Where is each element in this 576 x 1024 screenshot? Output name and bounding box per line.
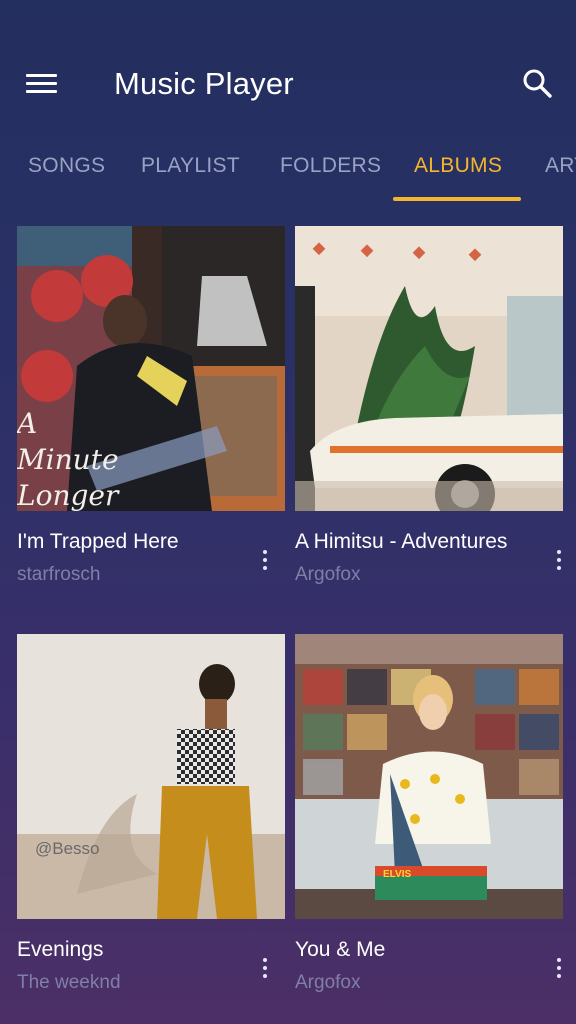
- hamburger-menu-icon[interactable]: [26, 72, 58, 96]
- album-card[interactable]: A Minute Longer I'm Trapped Here starfro…: [17, 226, 285, 596]
- tab-folders[interactable]: FOLDERS: [280, 154, 381, 178]
- cover-text: @Besso: [35, 839, 100, 858]
- app-header: Music Player: [0, 0, 576, 140]
- album-card[interactable]: A Himitsu - Adventures Argofox: [295, 226, 563, 596]
- album-card[interactable]: ELVIS You & Me Argofox: [295, 634, 563, 1004]
- album-artist: Argofox: [295, 564, 361, 585]
- cover-text: A Minute Longer: [17, 407, 119, 511]
- album-cover[interactable]: A Minute Longer: [17, 226, 285, 511]
- more-options-icon[interactable]: [253, 542, 277, 578]
- tab-playlist[interactable]: PLAYLIST: [141, 154, 240, 178]
- album-title: I'm Trapped Here: [17, 530, 179, 553]
- album-title: A Himitsu - Adventures: [295, 530, 508, 553]
- page-title: Music Player: [114, 66, 294, 101]
- album-card[interactable]: @Besso Evenings The weeknd: [17, 634, 285, 1004]
- tab-bar: SONGS PLAYLIST FOLDERS ALBUMS ARTISTS: [0, 140, 576, 202]
- tab-artists[interactable]: ARTISTS: [545, 154, 576, 178]
- album-title: Evenings: [17, 938, 104, 961]
- cover-text: ELVIS: [383, 869, 412, 880]
- album-cover[interactable]: @Besso: [17, 634, 285, 919]
- tab-albums[interactable]: ALBUMS: [414, 154, 502, 178]
- more-options-icon[interactable]: [547, 542, 571, 578]
- album-title: You & Me: [295, 938, 386, 961]
- album-artist: The weeknd: [17, 972, 121, 993]
- album-artist: Argofox: [295, 972, 361, 993]
- more-options-icon[interactable]: [547, 950, 571, 986]
- more-options-icon[interactable]: [253, 950, 277, 986]
- search-icon[interactable]: [520, 66, 556, 102]
- album-cover[interactable]: ELVIS: [295, 634, 563, 919]
- album-artist: starfrosch: [17, 564, 101, 585]
- tab-songs[interactable]: SONGS: [28, 154, 105, 178]
- album-cover[interactable]: [295, 226, 563, 511]
- active-tab-indicator: [393, 197, 521, 201]
